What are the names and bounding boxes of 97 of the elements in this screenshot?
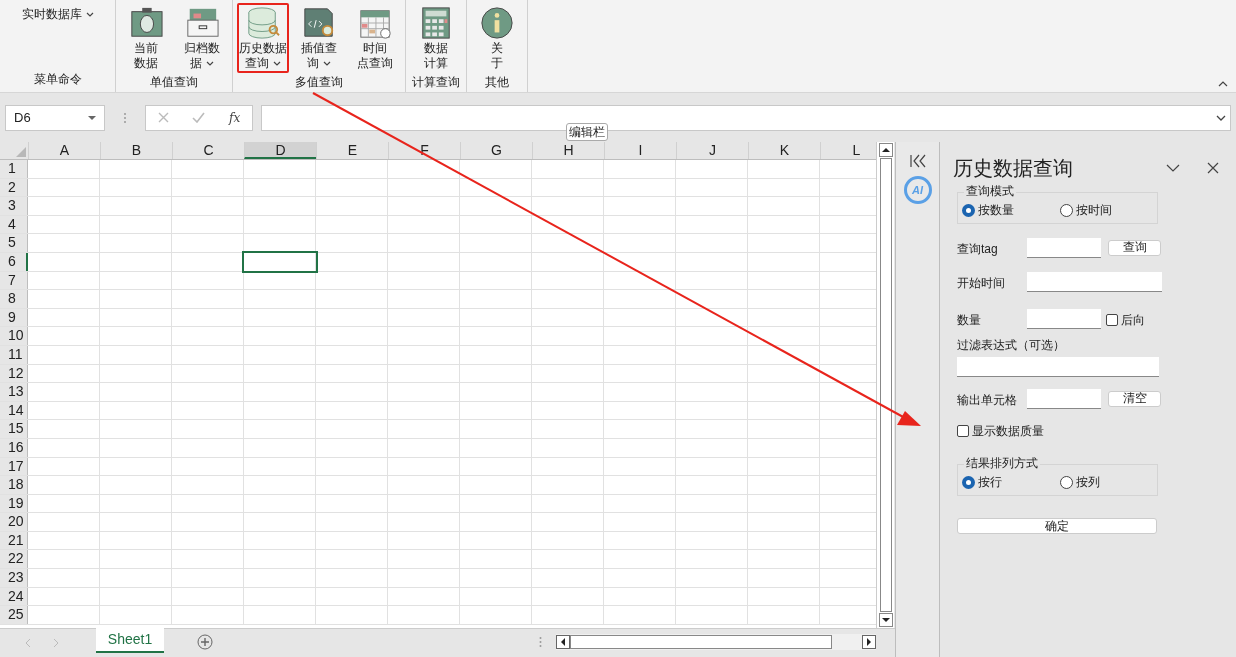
column-header[interactable]: K (748, 142, 820, 159)
input-field[interactable] (1027, 238, 1101, 258)
scrollbar-thumb[interactable] (570, 635, 832, 649)
camera-icon (128, 6, 164, 40)
confirm-button[interactable]: 确定 (957, 518, 1157, 534)
next-sheet-icon (53, 638, 59, 648)
expand-icon (1216, 114, 1226, 121)
name-box[interactable]: D6 (5, 104, 105, 131)
radio-button[interactable] (1059, 203, 1073, 217)
pane-title: 历史数据查询 (953, 156, 1074, 181)
radio-button[interactable] (962, 475, 975, 489)
sheet-tab[interactable]: Sheet1 (96, 628, 164, 653)
horizontal-scrollbar[interactable] (556, 634, 876, 650)
ribbon-group-label: 菜单命令 (33, 71, 82, 88)
ribbon-group-label: 其他 (485, 74, 509, 91)
column-header[interactable]: E (316, 142, 388, 159)
select-all-icon (16, 147, 26, 157)
ribbon-button[interactable]: 历史数据 查询 (237, 3, 289, 73)
dropdown-icon[interactable] (1166, 164, 1180, 172)
checkbox-option[interactable]: 显示数据质量 (957, 422, 1226, 440)
checkbox[interactable] (957, 425, 969, 437)
caret-icon (273, 61, 281, 66)
checkbox-option[interactable]: 后向 (1106, 311, 1145, 329)
row-header[interactable]: 22 (0, 550, 28, 569)
ribbon-button[interactable]: 关 于 (471, 3, 523, 73)
radio-option[interactable]: 按列 (1059, 473, 1157, 491)
ribbon-button[interactable]: 插值查 询 (293, 3, 345, 73)
scroll-left-icon (556, 635, 570, 649)
column-header[interactable]: D (244, 142, 316, 159)
scroll-up-icon (878, 143, 893, 157)
ribbon-button[interactable]: 时间 点查询 (349, 3, 401, 73)
previous-sheet-icon (25, 638, 31, 648)
caret-icon (206, 61, 214, 66)
column-header[interactable]: G (460, 142, 532, 159)
row-header[interactable]: 13 (0, 383, 28, 401)
row-header[interactable]: 8 (0, 290, 28, 308)
caret-icon (323, 61, 331, 66)
caret-icon (85, 11, 94, 17)
grip-icon (123, 111, 127, 124)
ribbon-group-label: 多值查询 (295, 74, 343, 91)
check-icon (192, 112, 206, 123)
checkbox[interactable] (1106, 314, 1118, 326)
input-field[interactable] (957, 357, 1159, 377)
collapse-icon[interactable] (909, 154, 926, 168)
row-header[interactable]: 25 (0, 606, 28, 624)
column-header[interactable]: J (676, 142, 748, 159)
ribbon-button[interactable]: 归档数 据 (176, 3, 228, 73)
input-field[interactable] (1027, 309, 1101, 329)
row-header[interactable]: 10 (0, 327, 28, 345)
column-header[interactable]: A (28, 142, 100, 159)
field-label: 开始时间 (957, 275, 1006, 292)
field-label: 查询tag (957, 241, 999, 258)
dropdown-icon (88, 115, 96, 120)
row-header[interactable]: 5 (0, 234, 28, 252)
input-field[interactable] (1027, 272, 1162, 292)
radio-option[interactable]: 按时间 (1059, 201, 1157, 219)
field-label: 过滤表达式（可选） (957, 337, 1066, 354)
ribbon-button[interactable]: 数据 计算 (410, 3, 462, 73)
field-label: 输出单元格 (957, 392, 1018, 409)
radio-option[interactable]: 按数量 (962, 201, 1060, 219)
column-header[interactable]: B (100, 142, 172, 159)
input-field[interactable] (1027, 389, 1101, 409)
tooltip: 编辑栏 (566, 123, 608, 141)
row-header[interactable]: 15 (0, 420, 28, 438)
scroll-right-icon (862, 635, 876, 649)
row-header[interactable]: 23 (0, 569, 28, 587)
row-header[interactable]: 20 (0, 513, 28, 531)
ribbon-menu-button[interactable]: 实时数据库 (17, 4, 98, 24)
add-sheet-icon[interactable] (197, 634, 213, 650)
database-search-icon (245, 6, 281, 40)
ribbon-button[interactable]: 当前 数据 (120, 3, 172, 73)
radio-button[interactable] (1059, 475, 1073, 489)
cancel-icon (157, 112, 169, 123)
row-header[interactable]: 18 (0, 476, 28, 494)
group-legend: 查询模式 (964, 184, 1016, 198)
row-header[interactable]: 3 (0, 197, 28, 215)
ribbon-group-label: 计算查询 (412, 74, 460, 91)
pane-button[interactable]: 清空 (1108, 390, 1161, 407)
active-cell[interactable] (244, 252, 316, 271)
ribbon-group-label: 单值查询 (150, 74, 198, 91)
tray-icon (184, 6, 220, 40)
radio-option[interactable]: 按行 (962, 473, 1060, 491)
row-header[interactable]: 1 (0, 160, 28, 178)
pane-button[interactable]: 查询 (1108, 239, 1161, 256)
vertical-scrollbar[interactable] (876, 142, 894, 628)
group-legend: 结果排列方式 (964, 456, 1040, 470)
scroll-down-icon (878, 613, 893, 627)
column-header[interactable]: H (532, 142, 604, 159)
radio-button[interactable] (962, 203, 975, 217)
insert-function-button[interactable]: fx (229, 108, 241, 127)
info-icon (479, 6, 515, 40)
grip-icon (539, 636, 542, 648)
field-label: 数量 (957, 312, 982, 329)
collapse-ribbon-icon[interactable] (1218, 80, 1228, 88)
column-header[interactable]: I (604, 142, 676, 159)
scrollbar-thumb[interactable] (879, 158, 892, 612)
close-icon[interactable] (1207, 162, 1219, 174)
